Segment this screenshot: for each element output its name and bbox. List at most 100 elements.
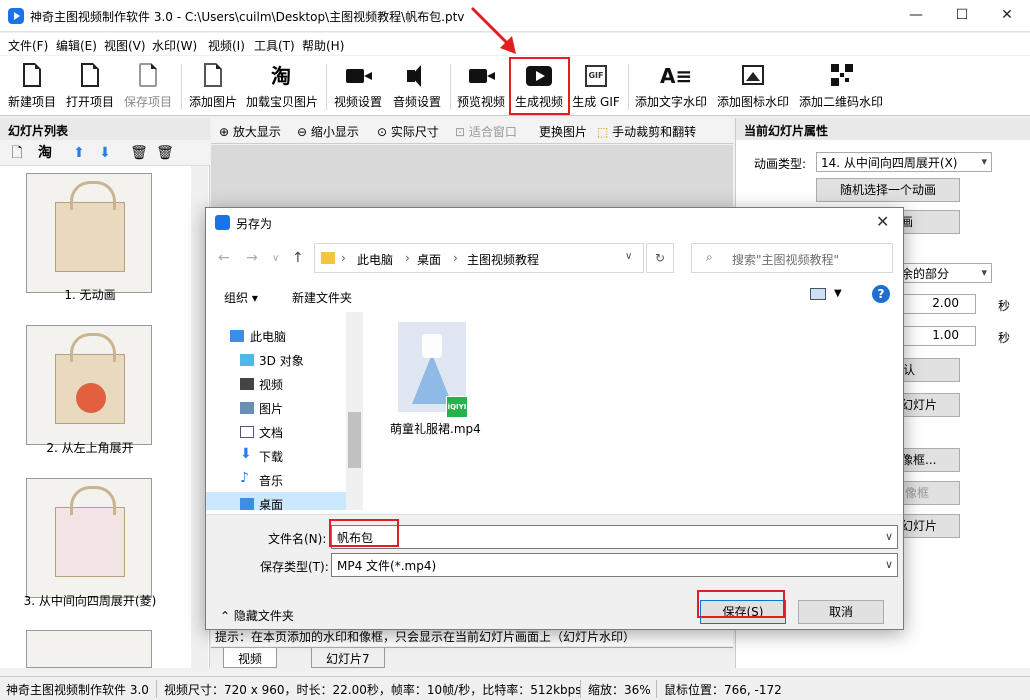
fit-window-button[interactable]: ⊡ 适合窗口 [455, 123, 517, 140]
add-frame-button[interactable]: 像框... [896, 448, 960, 472]
slide-thumbnail[interactable] [26, 173, 152, 293]
menu-tools[interactable]: 工具(T) [254, 37, 295, 54]
toolbar-separator [628, 64, 629, 110]
animation-type-select[interactable]: 14. 从中间向四周展开(X) ▾ [816, 152, 992, 172]
window-title: 神奇主图视频制作软件 3.0 - C:\Users\cuilm\Desktop\… [30, 10, 465, 24]
nav-downloads[interactable]: ⬇ 下载 [206, 444, 346, 468]
open-project-button[interactable]: 打开项目 [62, 60, 118, 114]
slide-thumbnail[interactable] [26, 630, 152, 668]
tab-slide7[interactable]: 幻灯片7 [311, 648, 385, 668]
menu-video[interactable]: 视频(I) [208, 37, 245, 54]
menu-watermark[interactable]: 水印(W) [152, 37, 197, 54]
zoom-in-button[interactable]: ⊕ 放大显示 [219, 123, 281, 140]
save-as-dialog: 另存为 ✕ ← → ∨ ↑ › 此电脑 › 桌面 › 主图视频教程 ∨ ↻ ⌕ … [205, 207, 904, 630]
add-icon-watermark-button[interactable]: 添加图标水印 [714, 60, 792, 114]
annotation-save-box [697, 590, 785, 618]
nav-3d-objects[interactable]: 3D 对象 [206, 348, 346, 372]
actual-size-button[interactable]: ⊙ 实际尺寸 [377, 123, 439, 140]
slide-list-title: 幻灯片列表 [0, 118, 210, 140]
menu-file[interactable]: 文件(F) [8, 37, 48, 54]
forward-arrow-icon[interactable]: → [246, 250, 258, 266]
nav-this-pc[interactable]: 此电脑 [206, 324, 346, 348]
manual-crop-button[interactable]: ⬚ 手动裁剪和翻转 [597, 123, 696, 140]
filename-input[interactable]: 帆布包 ∨ [331, 525, 898, 549]
move-up-icon[interactable]: ⬆ [70, 144, 88, 162]
apply-slide-button[interactable]: 幻灯片 [896, 393, 960, 417]
navigation-pane: 此电脑 3D 对象 视频 图片 文档 ⬇ 下载 ♪ 音乐 桌面 [206, 312, 364, 512]
dialog-close-icon[interactable]: ✕ [876, 212, 889, 231]
annotation-filename-box [329, 519, 399, 547]
breadcrumb-desktop[interactable]: 桌面 [417, 251, 441, 268]
new-project-button[interactable]: 新建项目 [4, 60, 60, 114]
status-separator [656, 680, 657, 698]
view-dropdown-icon[interactable]: ▼ [834, 288, 842, 299]
zoom-out-button[interactable]: ⊖ 缩小显示 [297, 123, 359, 140]
generate-gif-button[interactable]: GIF 生成 GIF [569, 60, 623, 114]
menu-edit[interactable]: 编辑(E) [56, 37, 97, 54]
nav-music[interactable]: ♪ 音乐 [206, 468, 346, 492]
view-options-icon[interactable] [810, 288, 826, 300]
file-name-label[interactable]: 萌童礼服裙.mp4 [390, 420, 481, 437]
search-input[interactable]: ⌕ 搜索"主图视频教程" [691, 243, 893, 273]
breadcrumb-folder[interactable]: 主图视频教程 [467, 251, 539, 268]
toolbar-separator [181, 64, 182, 110]
dialog-title: 另存为 [236, 217, 273, 231]
breadcrumb-this-pc[interactable]: 此电脑 [357, 251, 393, 268]
computer-icon [230, 330, 244, 342]
organize-button[interactable]: 组织 ▾ [224, 289, 258, 306]
random-animation-button[interactable]: 随机选择一个动画 [816, 178, 960, 202]
nav-pictures[interactable]: 图片 [206, 396, 346, 420]
refresh-icon[interactable]: ↻ [646, 243, 674, 273]
audio-settings-button[interactable]: 音频设置 [389, 60, 445, 114]
minimize-button[interactable]: — [893, 0, 939, 32]
property-button[interactable]: 画 [896, 210, 960, 234]
nav-documents[interactable]: 文档 [206, 420, 346, 444]
address-dropdown-icon[interactable]: ∨ [625, 251, 632, 262]
file-list-area[interactable]: iQIYI 萌童礼服裙.mp4 [366, 312, 903, 510]
maximize-button[interactable]: ☐ [939, 0, 985, 32]
menu-view[interactable]: 视图(V) [104, 37, 146, 54]
taobao-icon[interactable]: 淘 [36, 144, 54, 162]
new-folder-button[interactable]: 新建文件夹 [292, 289, 352, 306]
move-down-icon[interactable]: ⬇ [96, 144, 114, 162]
duration-spinner[interactable]: 2.00 [896, 294, 976, 314]
address-bar[interactable]: › 此电脑 › 桌面 › 主图视频教程 ∨ [314, 243, 644, 273]
nav-scrollbar[interactable] [346, 312, 363, 510]
back-arrow-icon[interactable]: ← [218, 250, 230, 266]
remove-frame-button[interactable]: 像框 [896, 481, 960, 505]
preview-video-button[interactable]: 预览视频 [453, 60, 509, 114]
transition-spinner[interactable]: 1.00 [896, 326, 976, 346]
slide-caption: 2. 从左上角展开 [46, 441, 134, 455]
add-text-watermark-button[interactable]: A≡ 添加文字水印 [632, 60, 710, 114]
load-taobao-images-button[interactable]: 淘 加载宝贝图片 [244, 60, 320, 114]
slide-thumbnail[interactable] [26, 325, 152, 445]
dialog-command-bar: 组织 ▾ 新建文件夹 ▼ ? [206, 282, 903, 310]
crop-mode-select[interactable]: 余的部分 ▾ [896, 263, 992, 283]
up-arrow-icon[interactable]: ↑ [292, 250, 304, 266]
add-qr-watermark-button[interactable]: 添加二维码水印 [795, 60, 887, 114]
frame-slide-button[interactable]: 幻灯片 [896, 514, 960, 538]
help-icon[interactable]: ? [872, 285, 890, 303]
recent-dropdown-icon[interactable]: ∨ [272, 253, 279, 264]
clear-all-icon[interactable]: 🗑 [156, 144, 174, 162]
filename-label: 文件名(N): [268, 532, 327, 546]
close-button[interactable]: ✕ [984, 0, 1030, 32]
save-project-button[interactable]: 保存项目 [120, 60, 176, 114]
desktop-icon [240, 498, 254, 510]
replace-image-button[interactable]: 更换图片 [539, 123, 587, 140]
add-slide-icon[interactable]: 🗋 [8, 144, 26, 162]
tab-video[interactable]: 视频 [223, 648, 278, 668]
menu-help[interactable]: 帮助(H) [302, 37, 344, 54]
video-settings-button[interactable]: 视频设置 [330, 60, 386, 114]
cancel-button[interactable]: 取消 [798, 600, 884, 624]
nav-videos[interactable]: 视频 [206, 372, 346, 396]
add-image-button[interactable]: 添加图片 [185, 60, 241, 114]
slide-thumbnail[interactable] [26, 478, 152, 598]
filetype-select[interactable]: MP4 文件(*.mp4) ∨ [331, 553, 898, 577]
nav-desktop[interactable]: 桌面 [206, 492, 346, 512]
nav-scrollbar-thumb[interactable] [348, 412, 361, 468]
dialog-bottom-area: 文件名(N): 帆布包 ∨ 保存类型(T): MP4 文件(*.mp4) ∨ ⌃ 隐… [206, 514, 903, 629]
confirm-button[interactable]: 认 [896, 358, 960, 382]
hide-folders-toggle[interactable]: ⌃ 隐藏文件夹 [220, 607, 294, 624]
delete-icon[interactable]: 🗑 [130, 144, 148, 162]
